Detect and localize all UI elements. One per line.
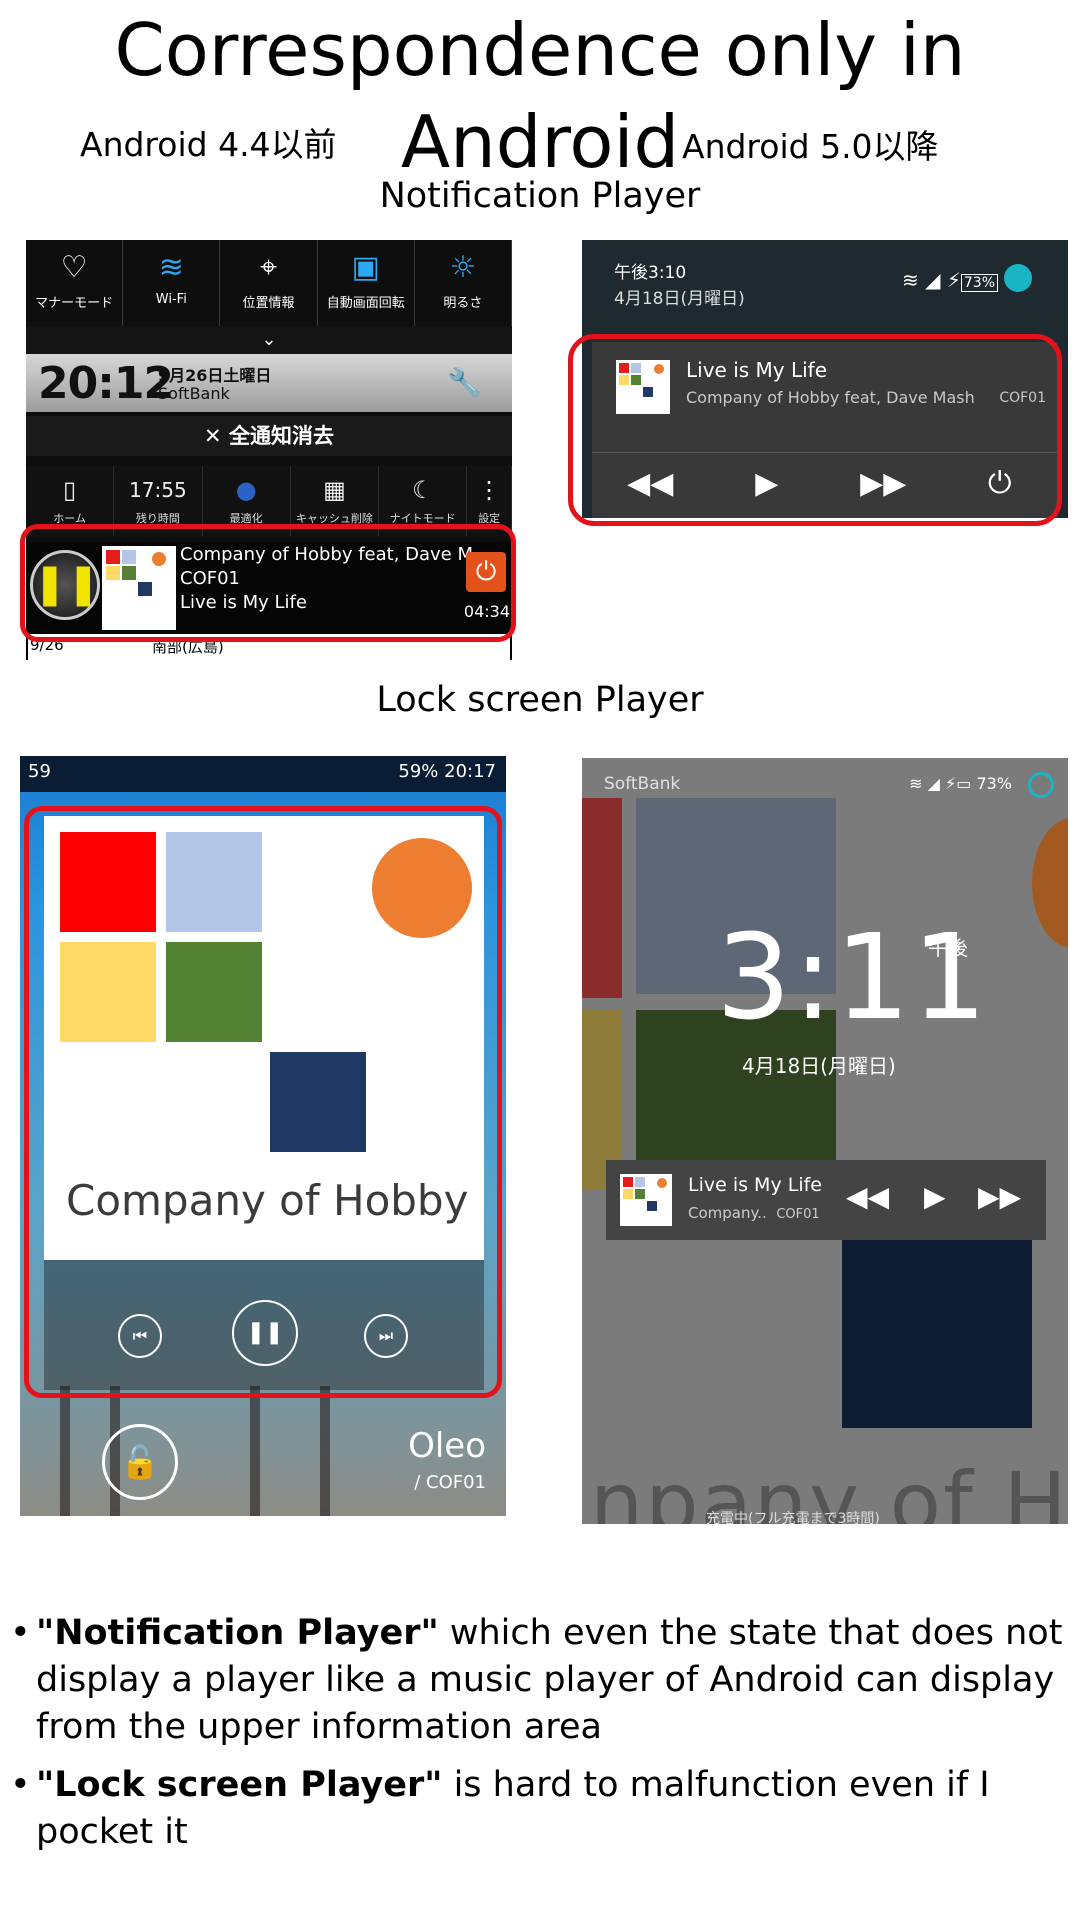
- status-left: 59: [28, 761, 51, 782]
- chevron-down-icon[interactable]: ⌄: [26, 326, 512, 354]
- artist-text: Company..: [688, 1204, 767, 1222]
- rewind-icon[interactable]: ◀◀: [846, 1180, 889, 1213]
- section-notification-player: Notification Player: [379, 176, 701, 216]
- play-icon[interactable]: ▶: [924, 1180, 946, 1213]
- remaining-time-value: 17:55: [129, 478, 187, 502]
- highlight-box: [568, 334, 1062, 526]
- bullet-dot: •: [10, 1765, 31, 1805]
- clear-all-button[interactable]: ✕ 全通知消去: [26, 416, 512, 456]
- player-artist: Company.. COF01: [688, 1204, 820, 1222]
- date: 9月26日土曜日: [158, 366, 272, 385]
- track-title: Oleo: [408, 1426, 486, 1466]
- bullet-quoted: "Lock screen Player": [36, 1765, 443, 1805]
- status-date: 4月18日(月曜日): [614, 289, 745, 309]
- qs-label: 明るさ: [443, 296, 483, 311]
- more-icon: ⋮: [477, 476, 502, 504]
- qs-brightness[interactable]: ☼ 明るさ: [415, 240, 512, 326]
- qs-label: Wi-Fi: [155, 292, 187, 307]
- status-bar: 59 59% 20:17: [20, 756, 506, 792]
- optimize-icon: ●: [235, 476, 257, 504]
- quick-settings-row: ♡ マナーモード ≋ Wi-Fi ⌖ 位置情報 ▣ 自動画面回転 ☼ 明るさ: [26, 240, 512, 326]
- charging-status: 充電中(フル充電まで3時間): [706, 1511, 880, 1524]
- signal-icon: ◢: [925, 268, 941, 292]
- clock: 20:12: [38, 358, 174, 409]
- phone-icon: ▯: [63, 476, 77, 504]
- qs-label: 位置情報: [242, 296, 295, 311]
- album-art: [620, 1174, 672, 1226]
- status-icons: ≋ ◢ ⚡▭ 73%: [909, 774, 1012, 793]
- qs-wifi[interactable]: ≋ Wi-Fi: [123, 240, 221, 326]
- highlight-box: [24, 806, 502, 1398]
- header-android-old: Android 4.4以前: [80, 125, 337, 164]
- status-time: 午後3:10: [614, 263, 687, 283]
- bullet-1: • "Notification Player" which even the s…: [10, 1610, 1070, 1751]
- carrier: SoftBank: [604, 774, 681, 794]
- battery-level: 73%: [976, 774, 1012, 793]
- qs-label: マナーモード: [35, 296, 114, 311]
- user-avatar-icon[interactable]: [1028, 772, 1054, 798]
- lockscreen-player[interactable]: Live is My Life Company.. COF01 ◀◀ ▶ ▶▶: [606, 1160, 1046, 1240]
- section-lockscreen-player: Lock screen Player: [376, 680, 704, 720]
- code-text: COF01: [776, 1207, 820, 1222]
- player-track: Live is My Life: [688, 1174, 822, 1196]
- night-mode-icon: ☾: [411, 476, 434, 504]
- wifi-icon: ≋: [158, 250, 184, 285]
- wifi-icon: ≋: [901, 268, 919, 292]
- cache-clear-icon: ▦: [323, 476, 346, 504]
- battery-level: 73%: [960, 274, 998, 292]
- qs-location[interactable]: ⌖ 位置情報: [220, 240, 318, 326]
- highlight-box: [20, 524, 516, 642]
- qs-auto-rotate[interactable]: ▣ 自動画面回転: [318, 240, 415, 326]
- status-right: 59% 20:17: [398, 761, 496, 782]
- brightness-icon: ☼: [449, 250, 477, 285]
- unlock-icon[interactable]: 🔓: [102, 1424, 178, 1500]
- wrench-icon[interactable]: 🔧: [447, 366, 482, 399]
- lock-clock: 3:11: [716, 908, 989, 1046]
- header-android-new: Android 5.0以降: [682, 127, 939, 166]
- location-icon: ⌖: [260, 250, 277, 285]
- clock-bar: 20:12 9月26日土曜日 SoftBank 🔧: [26, 354, 512, 412]
- bullet-2: • "Lock screen Player" is hard to malfun…: [10, 1762, 1070, 1856]
- track-code: / COF01: [414, 1472, 486, 1493]
- qs-label: 自動画面回転: [326, 296, 405, 311]
- lock-date: 4月18日(月曜日): [742, 1054, 896, 1078]
- bullet-dot: •: [10, 1613, 31, 1653]
- status-icons: ≋ ◢ ⚡ 73%: [902, 268, 998, 292]
- qs-manner-mode[interactable]: ♡ マナーモード: [26, 240, 124, 326]
- user-avatar-icon[interactable]: [1004, 264, 1032, 292]
- new-lockscreen: SoftBank ≋ ◢ ⚡▭ 73% 3:11 午後 4月18日(月曜日) L…: [582, 758, 1068, 1524]
- carrier: SoftBank: [158, 384, 230, 403]
- fast-forward-icon[interactable]: ▶▶: [978, 1180, 1021, 1213]
- lock-ampm: 午後: [928, 936, 968, 960]
- auto-rotate-icon: ▣: [351, 250, 380, 285]
- bullet-quoted: "Notification Player": [36, 1613, 439, 1653]
- manner-mode-icon: ♡: [60, 250, 88, 285]
